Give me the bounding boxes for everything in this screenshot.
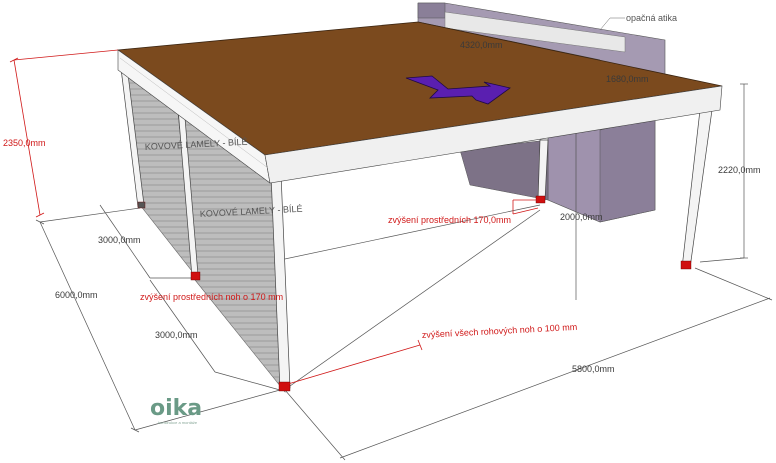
diagram-canvas: opačná atika KOVOVÉ LAMELY - BÍLÉ KOVOVÉ… — [0, 0, 776, 463]
leader-lines — [599, 17, 625, 31]
logo-tagline: konstrukce a montáže — [158, 420, 198, 425]
dim-top-length: 4320,0mm — [460, 40, 503, 50]
dim-half-depth-lower: 3000,0mm — [155, 330, 198, 340]
dim-top-depth: 1680,0mm — [606, 74, 649, 84]
dim-left-height: 2350,0mm — [3, 138, 46, 148]
note-raise-middle-right: zvýšení prostředních 170,0mm — [388, 215, 511, 225]
dim-total-width: 5800,0mm — [572, 364, 615, 374]
note-raise-middle-left: zvýšení prostředních noh o 170 mm — [140, 292, 283, 302]
note-raise-corners: zvýšení všech rohových noh o 100 mm — [422, 322, 578, 340]
logo-text: oika — [150, 396, 202, 421]
carport-model: opačná atika KOVOVÉ LAMELY - BÍLÉ KOVOVÉ… — [3, 2, 773, 461]
dim-right-height: 2220,0mm — [718, 165, 761, 175]
dim-total-depth: 6000,0mm — [55, 290, 98, 300]
oika-logo: oika konstrukce a montáže — [150, 396, 202, 425]
dim-half-depth-upper: 3000,0mm — [98, 235, 141, 245]
dim-inner-height: 2000,0mm — [560, 212, 603, 222]
parapet-label: opačná atika — [626, 13, 677, 23]
